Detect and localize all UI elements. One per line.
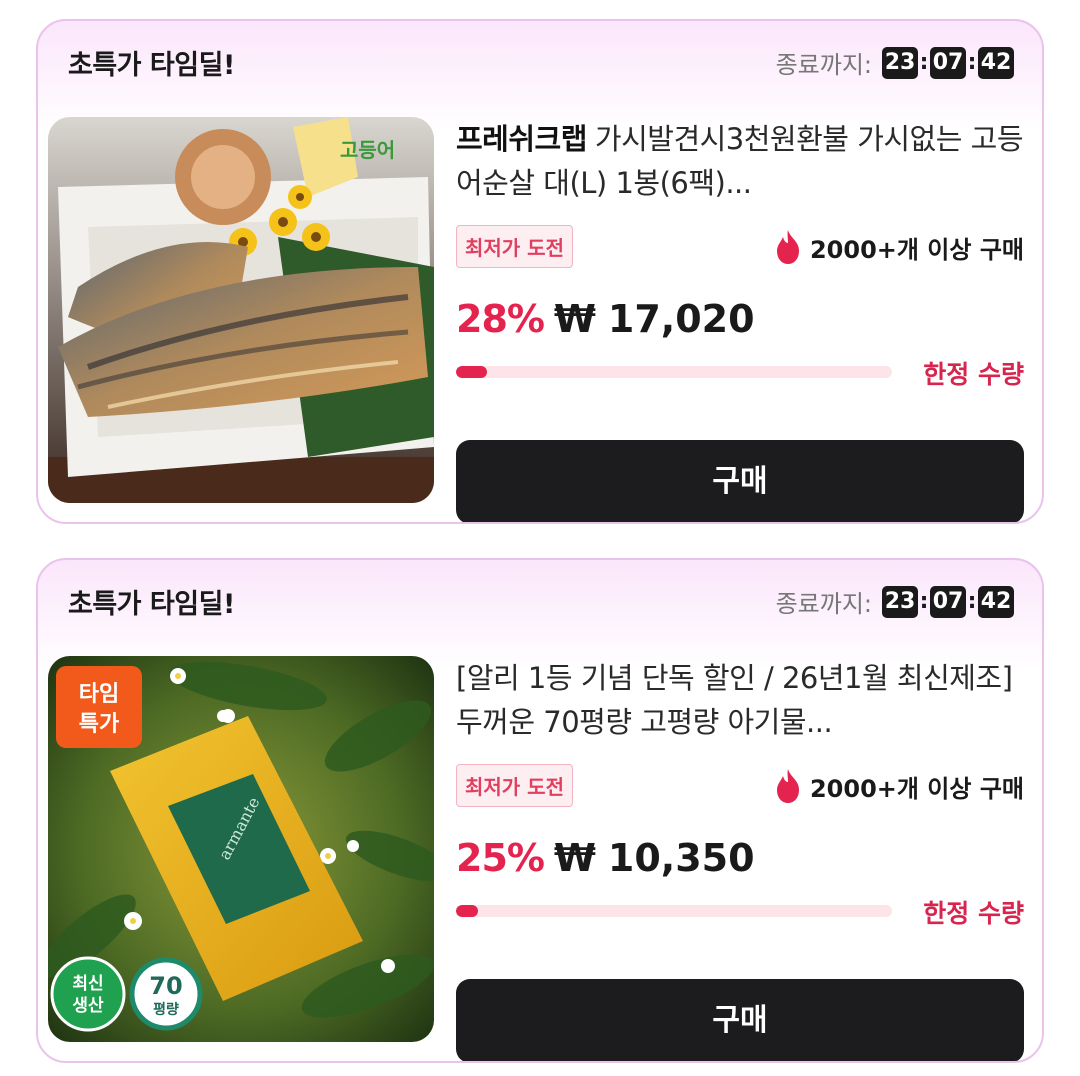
weight-badge: 70 평량 [129, 957, 203, 1031]
badge-row: 최저가 도전 2000+개 이상 구매 [456, 225, 1024, 273]
lowest-price-badge: 최저가 도전 [456, 225, 573, 268]
fire-icon [776, 769, 799, 803]
timer-hours: 23 [882, 585, 918, 618]
deal-header: 초특가 타임딜! 종료까지: 23 : 07 : 42 [38, 560, 1042, 640]
timer-separator: : [967, 589, 977, 614]
timer-hours: 23 [882, 46, 918, 79]
svg-text:생산: 생산 [72, 996, 104, 1016]
currency-symbol: ₩ [553, 297, 596, 341]
product-title[interactable]: 프레쉬크랩 가시발견시3천원환불 가시없는 고등어순살 대(L) 1봉(6팩)..… [456, 117, 1024, 205]
timer-seconds: 42 [978, 585, 1014, 618]
stock-progress-bar [456, 366, 892, 378]
discount-rate: 25% [456, 836, 545, 880]
sale-price: 17,020 [607, 297, 755, 341]
deal-header: 초특가 타임딜! 종료까지: 23 : 07 : 42 [38, 21, 1042, 101]
time-special-badge: 타임 특가 [56, 666, 142, 748]
buy-button[interactable]: 구매 [456, 440, 1024, 522]
svg-text:70: 70 [149, 972, 182, 1000]
purchase-count: 2000+개 이상 구매 [772, 768, 1024, 804]
stock-progress-row: 한정 수량 [456, 892, 1024, 932]
timer-separator: : [919, 589, 929, 614]
discount-rate: 28% [456, 297, 545, 341]
svg-text:평량: 평량 [153, 1001, 179, 1018]
product-info: [알리 1등 기념 단독 할인 / 26년1월 최신제조] 두꺼운 70평량 고… [456, 656, 1024, 1061]
time-deal-card[interactable]: 초특가 타임딜! 종료까지: 23 : 07 : 42 [36, 19, 1044, 524]
badge-row: 최저가 도전 2000+개 이상 구매 [456, 764, 1024, 812]
svg-text:고등어: 고등어 [340, 138, 395, 162]
timer-label: 종료까지: [775, 51, 872, 79]
limited-quantity-label: 한정 수량 [923, 360, 1024, 389]
timer-minutes: 07 [930, 46, 966, 79]
deal-title: 초특가 타임딜! [68, 50, 235, 81]
grilled-mackerel-image: 고등어 [48, 117, 434, 503]
countdown-timer: 종료까지: 23 : 07 : 42 [776, 45, 1014, 80]
svg-text:타임: 타임 [79, 682, 119, 707]
timer-label: 종료까지: [775, 590, 872, 618]
stock-progress-row: 한정 수량 [456, 353, 1024, 393]
product-title-text: [알리 1등 기념 단독 할인 / 26년1월 최신제조] 두꺼운 70평량 고… [456, 661, 1013, 739]
sale-price: 10,350 [607, 836, 755, 880]
stock-progress-fill [456, 905, 478, 917]
currency-symbol: ₩ [553, 836, 596, 880]
lowest-price-badge: 최저가 도전 [456, 764, 573, 807]
stock-progress-fill [456, 366, 487, 378]
fire-icon [776, 230, 799, 264]
limited-quantity-label: 한정 수량 [923, 899, 1024, 928]
purchase-count: 2000+개 이상 구매 [772, 229, 1024, 265]
svg-text:최신: 최신 [72, 974, 103, 994]
purchase-count-text: 2000+개 이상 구매 [809, 235, 1024, 264]
countdown-timer: 종료까지: 23 : 07 : 42 [776, 584, 1014, 619]
timer-separator: : [919, 50, 929, 75]
new-production-badge: 최신 생산 [50, 956, 126, 1032]
brand-name: 프레쉬크랩 [456, 122, 587, 156]
baby-wipes-image: armante 타임 특가 최신 생산 70 평량 [48, 656, 434, 1042]
timer-minutes: 07 [930, 585, 966, 618]
stock-progress-bar [456, 905, 892, 917]
product-title[interactable]: [알리 1등 기념 단독 할인 / 26년1월 최신제조] 두꺼운 70평량 고… [456, 656, 1024, 744]
price-row: 25% ₩ 10,350 [456, 834, 1024, 882]
purchase-count-text: 2000+개 이상 구매 [809, 774, 1024, 803]
deal-title: 초특가 타임딜! [68, 589, 235, 620]
timer-separator: : [967, 50, 977, 75]
product-image[interactable]: armante 타임 특가 최신 생산 70 평량 [48, 656, 434, 1042]
product-image[interactable]: 고등어 [48, 117, 434, 503]
timer-seconds: 42 [978, 46, 1014, 79]
buy-button[interactable]: 구매 [456, 979, 1024, 1061]
price-row: 28% ₩ 17,020 [456, 295, 1024, 343]
svg-text:특가: 특가 [79, 712, 119, 737]
time-deal-card[interactable]: 초특가 타임딜! 종료까지: 23 : 07 : 42 [36, 558, 1044, 1063]
product-info: 프레쉬크랩 가시발견시3천원환불 가시없는 고등어순살 대(L) 1봉(6팩)..… [456, 117, 1024, 522]
